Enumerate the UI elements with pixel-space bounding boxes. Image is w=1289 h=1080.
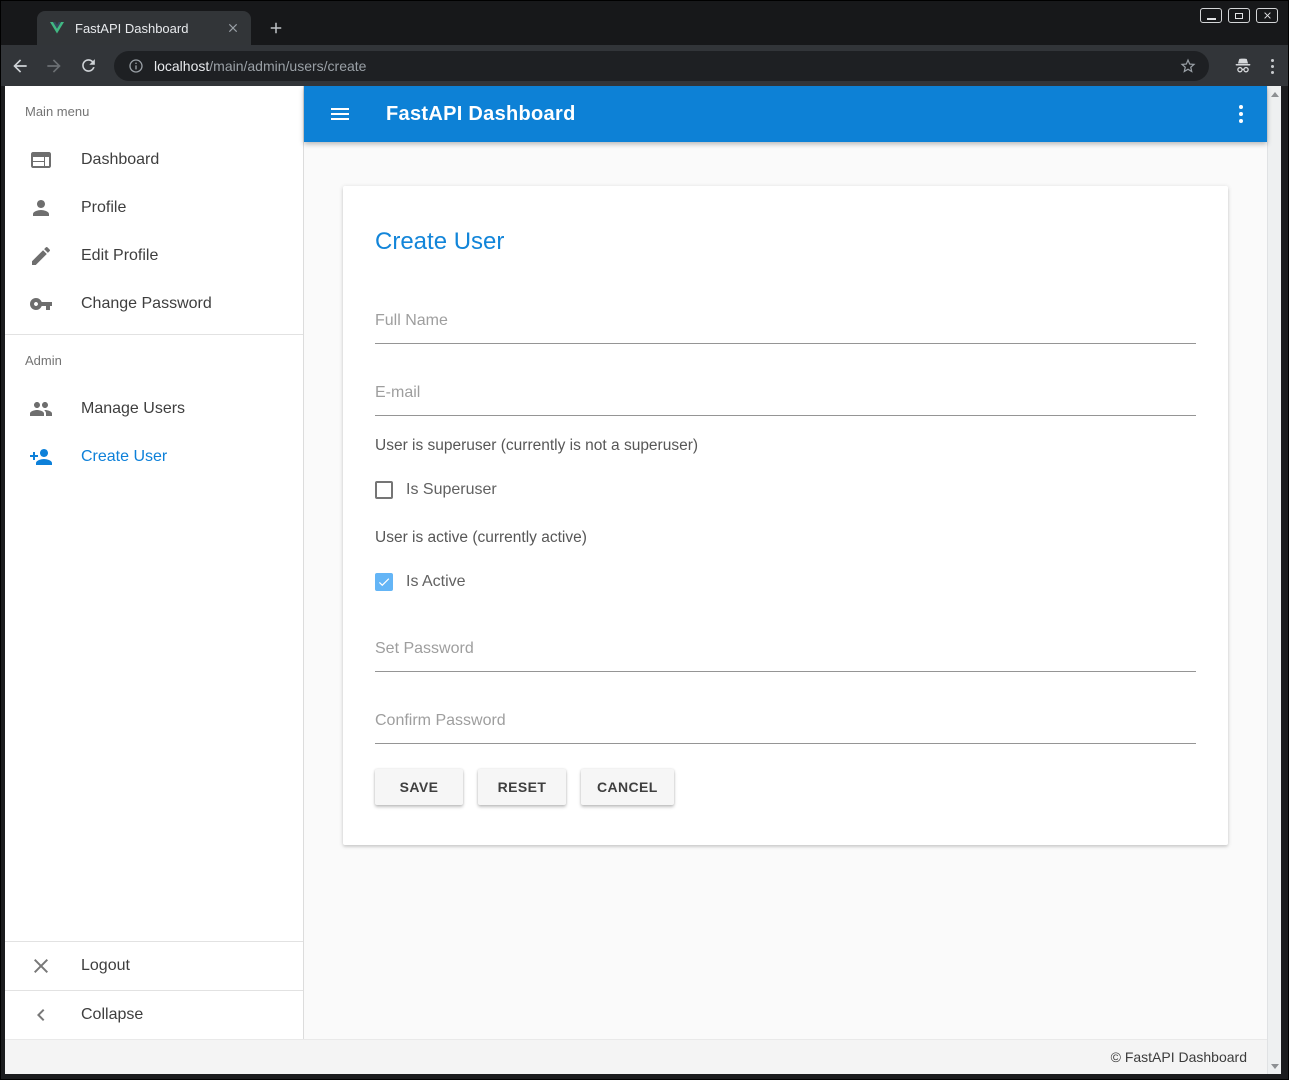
address-bar[interactable]: localhost/main/admin/users/create (114, 51, 1209, 81)
set-password-field (375, 640, 1196, 672)
full-name-input[interactable] (375, 312, 1196, 344)
sidebar-item-label: Change Password (81, 295, 212, 313)
new-tab-button[interactable] (265, 17, 287, 39)
chevron-left-icon (29, 1003, 53, 1027)
maximize-button[interactable] (1228, 8, 1250, 23)
app-bar: FastAPI Dashboard (304, 86, 1267, 142)
dashboard-icon (29, 148, 53, 172)
browser-titlebar: FastAPI Dashboard (1, 1, 1288, 45)
sidebar-item-profile[interactable]: Profile (5, 184, 303, 232)
tab-title: FastAPI Dashboard (75, 21, 225, 36)
active-checkbox[interactable] (375, 573, 393, 591)
sidebar-section-header-main-menu: Main menu (5, 86, 303, 136)
sidebar-item-edit-profile[interactable]: Edit Profile (5, 232, 303, 280)
close-window-button[interactable] (1256, 8, 1278, 23)
confirm-password-input[interactable] (375, 712, 1196, 744)
form-actions: SAVE RESET CANCEL (375, 769, 1196, 805)
superuser-checkbox-row: Is Superuser (375, 481, 1196, 499)
sidebar-bottom: Logout Collapse (5, 941, 303, 1039)
pencil-icon (29, 244, 53, 268)
check-icon (377, 575, 391, 589)
sidebar-item-create-user[interactable]: Create User (5, 433, 303, 481)
reload-icon[interactable] (73, 51, 103, 81)
url-path: /main/admin/users/create (209, 58, 366, 74)
person-add-icon (29, 445, 53, 469)
create-user-card: Create User User is superuser (currently… (343, 186, 1228, 845)
browser-tab[interactable]: FastAPI Dashboard (37, 11, 251, 45)
sidebar-item-change-password[interactable]: Change Password (5, 280, 303, 328)
main-content: Create User User is superuser (currently… (304, 142, 1267, 1039)
scroll-down-arrow-icon[interactable] (1268, 1060, 1281, 1072)
sidebar-item-label: Dashboard (81, 151, 159, 169)
sidebar-item-label: Manage Users (81, 400, 185, 418)
bookmark-star-icon[interactable] (1179, 57, 1197, 75)
save-button[interactable]: SAVE (375, 769, 463, 805)
full-name-field (375, 312, 1196, 344)
tab-close-icon[interactable] (225, 20, 241, 36)
active-checkbox-label[interactable]: Is Active (406, 573, 466, 591)
cancel-button[interactable]: CANCEL (581, 769, 674, 805)
scroll-up-arrow-icon[interactable] (1268, 88, 1281, 100)
sidebar-item-dashboard[interactable]: Dashboard (5, 136, 303, 184)
close-icon (29, 954, 53, 978)
sidebar: Main menu Dashboard Profile Edit Profile (5, 86, 304, 1039)
confirm-password-field (375, 712, 1196, 744)
sidebar-section-header-admin: Admin (5, 335, 303, 385)
key-icon (29, 292, 53, 316)
site-info-icon[interactable] (128, 58, 144, 74)
sidebar-item-collapse[interactable]: Collapse (5, 991, 303, 1039)
group-icon (29, 397, 53, 421)
superuser-checkbox[interactable] (375, 481, 393, 499)
url-host: localhost (154, 58, 209, 74)
browser-window: FastAPI Dashboard (0, 0, 1289, 1080)
sidebar-item-label: Logout (81, 957, 130, 975)
superuser-checkbox-label[interactable]: Is Superuser (406, 481, 497, 499)
sidebar-item-label: Profile (81, 199, 126, 217)
email-input[interactable] (375, 384, 1196, 416)
person-icon (29, 196, 53, 220)
app-title: FastAPI Dashboard (386, 103, 576, 126)
hamburger-menu-icon[interactable] (328, 102, 352, 126)
minimize-button[interactable] (1200, 8, 1222, 23)
copyright-text: © FastAPI Dashboard (1111, 1049, 1247, 1065)
back-icon[interactable] (5, 51, 35, 81)
set-password-input[interactable] (375, 640, 1196, 672)
superuser-hint: User is superuser (currently is not a su… (375, 437, 1196, 455)
email-field (375, 384, 1196, 416)
url-text: localhost/main/admin/users/create (154, 58, 1179, 74)
page-scrollbar[interactable] (1267, 86, 1281, 1074)
sidebar-item-label: Collapse (81, 1006, 143, 1024)
window-controls (1200, 8, 1278, 23)
vue-favicon-icon (49, 21, 65, 35)
incognito-icon (1233, 57, 1253, 75)
active-checkbox-row: Is Active (375, 573, 1196, 591)
browser-toolbar: localhost/main/admin/users/create (1, 45, 1288, 86)
reset-button[interactable]: RESET (478, 769, 566, 805)
browser-menu-icon[interactable] (1271, 59, 1274, 74)
active-hint: User is active (currently active) (375, 529, 1196, 547)
page-viewport: Main menu Dashboard Profile Edit Profile (5, 86, 1281, 1074)
sidebar-item-manage-users[interactable]: Manage Users (5, 385, 303, 433)
forward-icon[interactable] (39, 51, 69, 81)
sidebar-item-logout[interactable]: Logout (5, 942, 303, 990)
sidebar-item-label: Edit Profile (81, 247, 158, 265)
page-footer: © FastAPI Dashboard (5, 1039, 1267, 1074)
sidebar-item-label: Create User (81, 448, 167, 466)
page-title: Create User (375, 228, 1196, 256)
app-menu-icon[interactable] (1239, 105, 1243, 123)
